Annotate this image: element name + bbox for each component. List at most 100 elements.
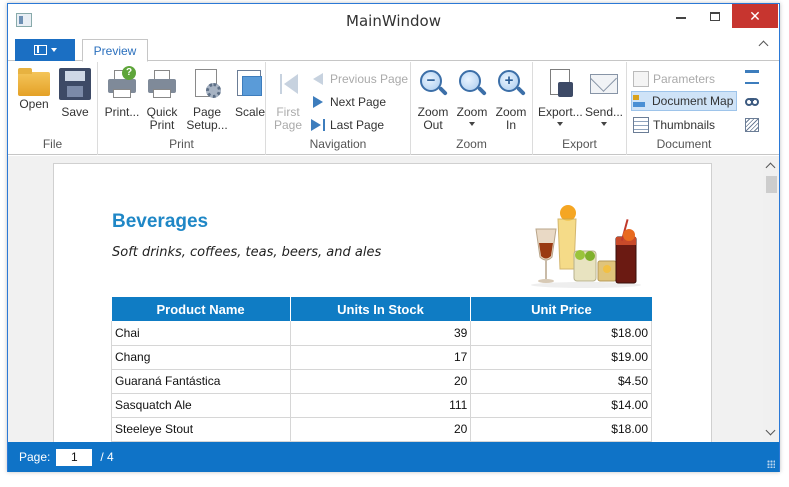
zoom-dropdown-button[interactable]: Zoom (452, 68, 492, 126)
folder-open-icon (18, 68, 50, 96)
scrollbar-thumb[interactable] (766, 176, 777, 193)
product-name-cell: Chang (111, 345, 291, 370)
report-subtitle: Soft drinks, coffees, teas, beers, and a… (112, 245, 382, 260)
parameters-label: Parameters (653, 72, 716, 86)
last-page-button[interactable]: Last Page (310, 115, 384, 135)
send-button[interactable]: Send... (584, 68, 624, 126)
title-bar[interactable]: MainWindow ✕ (8, 4, 779, 36)
scroll-down-icon[interactable] (765, 425, 776, 436)
scroll-up-icon[interactable] (765, 162, 776, 173)
email-icon (588, 68, 620, 100)
quick-print-label-line1: Quick (146, 105, 178, 119)
group-label-print: Print (169, 137, 194, 151)
previous-page-button[interactable]: Previous Page (310, 69, 408, 89)
group-label-export: Export (562, 137, 597, 151)
report-title: Beverages (112, 211, 209, 232)
table-row: Sasquatch Ale 111 $14.00 (111, 393, 652, 418)
export-button[interactable]: Export... (538, 68, 583, 126)
report-page: Beverages Soft drinks, coffees, teas, be… (53, 163, 712, 442)
product-name-cell: Chai (111, 321, 291, 346)
open-button[interactable]: Open (14, 68, 54, 111)
search-icon[interactable] (745, 94, 759, 108)
parameters-button[interactable]: Parameters (633, 69, 715, 89)
group-print: ? Print... Quick Print Page Setup... Sca… (98, 62, 266, 155)
resize-grip-icon[interactable] (767, 460, 775, 468)
zoom-out-label-line1: Zoom (417, 105, 449, 119)
vertical-scrollbar[interactable] (763, 156, 779, 442)
next-page-label: Next Page (330, 95, 387, 109)
group-label-zoom: Zoom (456, 137, 487, 151)
print-icon: ? (106, 66, 138, 100)
save-button[interactable]: Save (55, 68, 95, 119)
table-row: Guaraná Fantástica 20 $4.50 (111, 369, 652, 394)
thumbnails-icon (633, 117, 649, 133)
column-header-units-in-stock: Units In Stock (290, 297, 472, 321)
products-table: Product Name Units In Stock Unit Price C… (111, 297, 652, 442)
table-row: Chang 17 $19.00 (111, 345, 652, 370)
zoom-out-button[interactable]: − Zoom Out (413, 68, 453, 132)
status-bar: Page: 1 / 4 (8, 442, 779, 472)
collapse-ribbon-icon[interactable] (758, 40, 769, 51)
ribbon: Open Save File ? Print... Quick Print Pa… (8, 62, 779, 155)
table-row: Steeleye Stout 20 $18.00 (111, 417, 652, 442)
last-page-label: Last Page (330, 118, 385, 132)
total-pages: / 4 (100, 450, 114, 464)
save-icon (59, 68, 91, 100)
group-label-navigation: Navigation (309, 137, 367, 151)
units-in-stock-cell: 17 (290, 345, 472, 370)
thumbnails-button[interactable]: Thumbnails (633, 115, 715, 135)
unit-price-cell: $19.00 (470, 345, 652, 370)
document-viewer[interactable]: Beverages Soft drinks, coffees, teas, be… (8, 156, 763, 442)
quick-print-label-line2: Print (149, 118, 175, 132)
table-row: Chai 39 $18.00 (111, 321, 652, 346)
first-page-icon (272, 68, 304, 100)
first-page-button[interactable]: First Page (268, 68, 308, 132)
current-page-input[interactable]: 1 (56, 448, 93, 466)
zoom-icon (456, 68, 488, 100)
column-header-product-name: Product Name (111, 297, 291, 321)
group-navigation: First Page Previous Page Next Page Last … (266, 62, 411, 155)
group-export: Export... Send... Export (533, 62, 627, 155)
unit-price-cell: $18.00 (470, 417, 652, 442)
quick-print-button[interactable]: Quick Print (142, 68, 182, 132)
units-in-stock-cell: 20 (290, 369, 472, 394)
group-zoom: − Zoom Out Zoom + Zoom In Zoom (411, 62, 533, 155)
document-map-button[interactable]: Document Map (631, 91, 738, 111)
send-label: Send... (584, 105, 624, 119)
watermark-icon[interactable] (745, 118, 759, 132)
table-header-row: Product Name Units In Stock Unit Price (111, 297, 652, 321)
chevron-down-icon (469, 122, 475, 126)
document-map-label: Document Map (652, 94, 734, 108)
chevron-down-icon (601, 122, 607, 126)
export-label: Export... (538, 105, 583, 119)
column-header-unit-price: Unit Price (470, 297, 652, 321)
zoom-in-button[interactable]: + Zoom In (491, 68, 531, 132)
zoom-in-icon: + (495, 68, 527, 100)
maximize-icon (710, 11, 720, 21)
previous-page-label: Previous Page (330, 72, 409, 86)
minimize-button[interactable] (664, 4, 698, 28)
scale-icon (234, 68, 266, 100)
export-icon (544, 68, 576, 100)
close-button[interactable]: ✕ (732, 4, 778, 28)
scale-button[interactable]: Scale (230, 68, 270, 119)
editing-fields-icon[interactable] (745, 70, 759, 84)
save-label: Save (61, 105, 89, 119)
application-menu-button[interactable] (15, 39, 75, 61)
thumbnails-label: Thumbnails (653, 118, 716, 132)
units-in-stock-cell: 39 (290, 321, 472, 346)
unit-price-cell: $4.50 (470, 369, 652, 394)
maximize-button[interactable] (698, 4, 732, 28)
group-label-document: Document (656, 137, 712, 151)
unit-price-cell: $18.00 (470, 321, 652, 346)
group-label-file: File (42, 137, 63, 151)
tab-preview[interactable]: Preview (82, 39, 148, 62)
next-page-button[interactable]: Next Page (310, 92, 386, 112)
print-label: Print... (104, 105, 140, 119)
chevron-down-icon (50, 48, 57, 52)
page-setup-button[interactable]: Page Setup... (184, 68, 230, 132)
print-button[interactable]: ? Print... (102, 66, 142, 119)
units-in-stock-cell: 111 (290, 393, 472, 418)
ribbon-tab-row: Preview (8, 36, 779, 62)
page-setup-label-line2: Setup... (186, 118, 228, 132)
